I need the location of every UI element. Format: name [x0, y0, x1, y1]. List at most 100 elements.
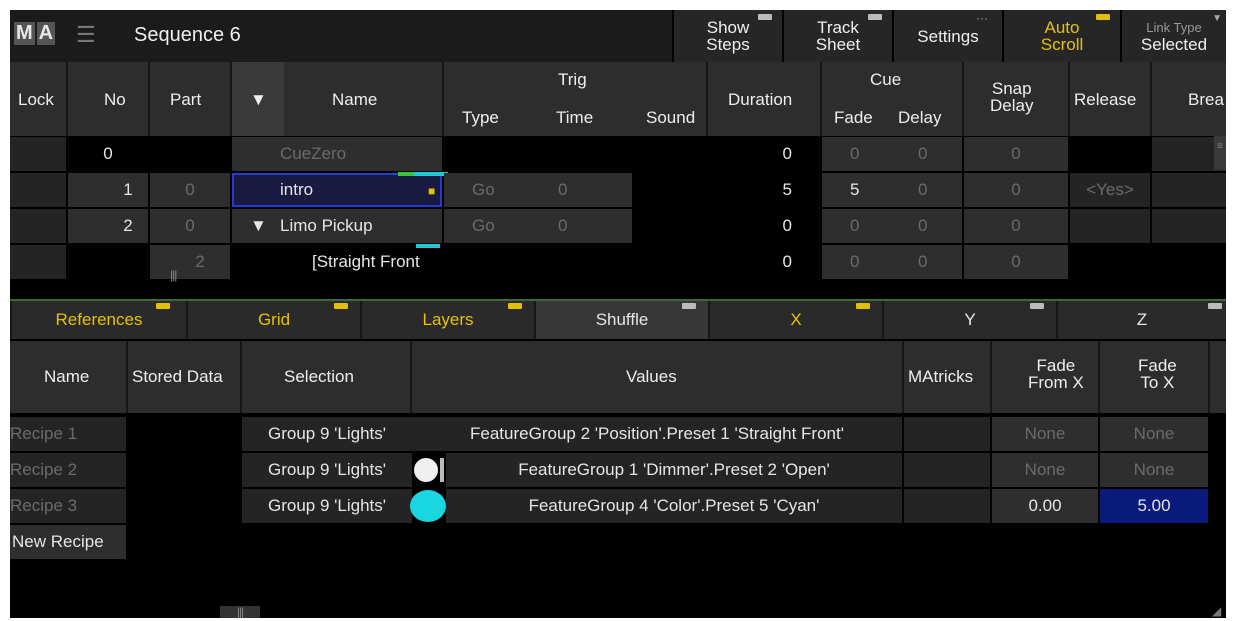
duration-cell[interactable]: 0 — [708, 137, 820, 171]
selection-cell[interactable]: Group 9 'Lights' — [242, 489, 412, 523]
recipe-row[interactable]: Recipe 1 Group 9 'Lights' FeatureGroup 2… — [10, 416, 1226, 452]
values-cell[interactable]: FeatureGroup 2 'Position'.Preset 1 'Stra… — [412, 417, 902, 451]
cue-row[interactable]: 1 0 intro ■ Go 0 5 5 0 0 <Yes> — [10, 172, 1226, 208]
header-fade-from-x[interactable]: Fade From X — [1028, 357, 1084, 391]
snap-delay-cell[interactable]: 0 — [964, 137, 1068, 171]
matricks-cell[interactable] — [904, 417, 990, 451]
tab-shuffle[interactable]: Shuffle — [534, 301, 708, 339]
filter-toggle[interactable]: ▼ — [232, 62, 284, 136]
header-name[interactable]: Name — [332, 90, 377, 110]
sound-cell[interactable] — [632, 209, 706, 243]
snap-delay-cell[interactable]: 0 — [964, 245, 1068, 279]
selection-cell[interactable]: Group 9 'Lights' — [242, 417, 412, 451]
values-cell[interactable]: FeatureGroup 1 'Dimmer'.Preset 2 'Open' — [446, 453, 902, 487]
cue-row[interactable]: 2 0 ▼ Limo Pickup Go 0 0 0 0 0 — [10, 208, 1226, 244]
tab-y[interactable]: Y — [882, 301, 1056, 339]
delay-cell[interactable]: 0 — [890, 137, 962, 171]
lock-cell[interactable] — [10, 173, 66, 207]
header-delay[interactable]: Delay — [898, 108, 941, 128]
header-release[interactable]: Release — [1074, 90, 1136, 110]
snap-delay-cell[interactable]: 0 — [964, 209, 1068, 243]
link-type-select[interactable]: ▼ Link Type Selected — [1120, 10, 1226, 62]
recipe-name[interactable]: Recipe 2 — [10, 453, 126, 487]
header-values[interactable]: Values — [626, 367, 677, 387]
snap-delay-cell[interactable]: 0 — [964, 173, 1068, 207]
tab-x[interactable]: X — [708, 301, 882, 339]
track-sheet-button[interactable]: Track Sheet — [782, 10, 892, 62]
fade-from-cell[interactable]: None — [992, 453, 1098, 487]
part-cell[interactable]: 2 — [150, 245, 230, 279]
lock-cell[interactable] — [10, 209, 66, 243]
cue-number[interactable]: 1 — [68, 173, 148, 207]
header-lock[interactable]: Lock — [18, 90, 54, 110]
cue-name-selected[interactable]: intro — [232, 173, 442, 207]
new-recipe-button[interactable]: New Recipe — [10, 525, 126, 559]
fade-to-cell[interactable]: None — [1100, 417, 1208, 451]
header-time[interactable]: Time — [556, 108, 593, 128]
fade-from-cell[interactable]: 0.00 — [992, 489, 1098, 523]
release-cell[interactable] — [1070, 137, 1150, 171]
header-fade[interactable]: Fade — [834, 108, 873, 128]
fade-cell[interactable]: 0 — [822, 245, 890, 279]
sound-cell[interactable] — [632, 173, 706, 207]
release-cell[interactable]: <Yes> — [1070, 173, 1150, 207]
trig-type-cell[interactable]: Go — [444, 173, 540, 207]
header-break[interactable]: Brea — [1188, 90, 1224, 110]
break-cell[interactable] — [1152, 173, 1226, 207]
recipe-row[interactable]: Recipe 3 Group 9 'Lights' FeatureGroup 4… — [10, 488, 1226, 524]
fade-cell[interactable]: 0 — [822, 137, 890, 171]
header-snap-delay[interactable]: Snap Delay — [990, 80, 1033, 114]
recipe-row[interactable]: New Recipe — [10, 524, 1226, 560]
trig-cell[interactable] — [444, 137, 706, 171]
header-no[interactable]: No — [104, 90, 126, 110]
fade-from-cell[interactable]: None — [992, 417, 1098, 451]
header-selection[interactable]: Selection — [284, 367, 354, 387]
cue-row[interactable]: 2 ||| [Straight Front 0 0 0 0 — [10, 244, 1226, 282]
cue-name[interactable]: CueZero — [232, 137, 442, 171]
recipe-name[interactable]: Recipe 3 — [10, 489, 126, 523]
list-menu-icon[interactable]: ☰ — [76, 24, 96, 46]
fade-to-cell[interactable]: None — [1100, 453, 1208, 487]
cue-number[interactable]: 2 — [68, 209, 148, 243]
trig-time-cell[interactable]: 0 — [540, 209, 632, 243]
duration-cell[interactable]: 0 — [708, 209, 820, 243]
selection-cell[interactable]: Group 9 'Lights' — [242, 453, 412, 487]
tab-layers[interactable]: Layers — [360, 301, 534, 339]
cue-number[interactable]: 0 — [68, 137, 148, 171]
auto-scroll-button[interactable]: Auto Scroll — [1002, 10, 1120, 62]
scrollbar-handle[interactable]: ≡ — [1214, 136, 1226, 170]
tab-references[interactable]: References — [10, 301, 186, 339]
header-recipe-name[interactable]: Name — [44, 367, 89, 387]
recipe-name[interactable]: Recipe 1 — [10, 417, 126, 451]
delay-cell[interactable]: 0 — [890, 173, 962, 207]
part-cell[interactable]: 0 — [150, 173, 230, 207]
part-cell[interactable] — [150, 137, 230, 171]
ma-logo[interactable]: MA — [14, 22, 57, 45]
header-sound[interactable]: Sound — [646, 108, 695, 128]
cue-name-cell[interactable]: ▼ Limo Pickup — [232, 209, 442, 243]
lock-cell[interactable] — [10, 245, 66, 279]
resize-grip-icon[interactable]: ||| — [170, 268, 177, 282]
tab-grid[interactable]: Grid — [186, 301, 360, 339]
expand-arrow-icon[interactable]: ▼ — [250, 209, 267, 243]
break-cell[interactable] — [1152, 209, 1226, 243]
cue-row[interactable]: 0 CueZero 0 0 0 0 — [10, 136, 1226, 172]
fade-cell[interactable]: 5 — [822, 173, 890, 207]
panel-resize-grip-icon[interactable]: ||| — [220, 606, 260, 618]
header-fade-to-x[interactable]: Fade To X — [1138, 357, 1177, 391]
recipe-row[interactable]: Recipe 2 Group 9 'Lights' FeatureGroup 1… — [10, 452, 1226, 488]
trig-time-cell[interactable]: 0 — [540, 173, 632, 207]
settings-button[interactable]: ··· Settings — [892, 10, 1002, 62]
resize-corner-icon[interactable]: ◢ — [1212, 604, 1221, 618]
header-matricks[interactable]: MAtricks — [908, 367, 973, 387]
cue-number[interactable] — [68, 245, 148, 279]
duration-cell[interactable]: 5 — [708, 173, 820, 207]
header-part[interactable]: Part — [170, 90, 201, 110]
header-duration[interactable]: Duration — [728, 90, 792, 110]
release-cell[interactable] — [1070, 245, 1226, 279]
fade-cell[interactable]: 0 — [822, 209, 890, 243]
release-cell[interactable] — [1070, 209, 1150, 243]
matricks-cell[interactable] — [904, 453, 990, 487]
duration-cell[interactable]: 0 — [708, 245, 820, 279]
lock-cell[interactable] — [10, 137, 66, 171]
